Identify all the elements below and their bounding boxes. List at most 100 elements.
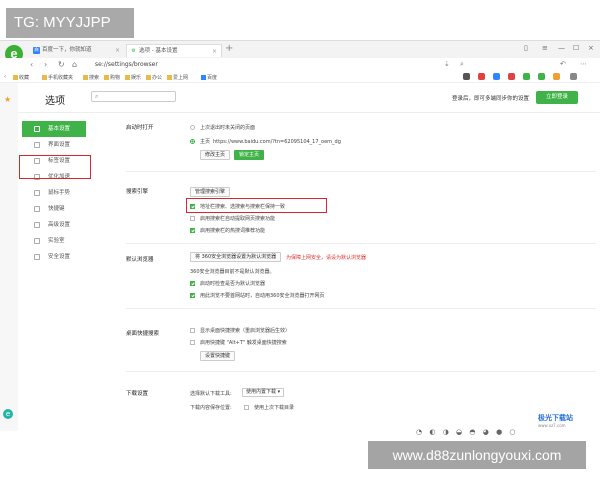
close-window-icon[interactable]: ×	[588, 44, 594, 52]
interface-icon	[34, 142, 40, 148]
skin-icon[interactable]: ▯	[524, 44, 528, 52]
manage-search-engine-button[interactable]: 管理搜索引擎	[190, 187, 231, 197]
bookmark-item[interactable]: 爱上网	[167, 74, 188, 81]
sidebar-item-basic[interactable]: 基本设置	[22, 121, 86, 137]
login-button[interactable]: 立即登录	[536, 91, 578, 104]
status-icon[interactable]: ◓	[469, 428, 475, 436]
address-bar: ‹ › ↻ ⌂ se://settings/browser ⇣ ⌕ ↶ ⋯	[0, 58, 600, 72]
page-title: 选项	[45, 96, 65, 107]
sidebar-item-advanced[interactable]: 高级设置	[18, 217, 94, 233]
open-links-option[interactable]: 用此浏览不要首网站时，自动用360安全浏览器打开网页	[190, 292, 325, 299]
bookmarks-toggle-icon[interactable]: ‹	[4, 74, 6, 80]
refresh-icon[interactable]: ↻	[58, 60, 65, 69]
favorites-star-icon[interactable]: ★	[4, 95, 11, 104]
bookmark-item[interactable]: 手机收藏夹	[42, 74, 73, 81]
footer-url-banner: www.d88zunlongyouxi.com	[368, 441, 586, 469]
maximize-icon[interactable]: ☐	[573, 44, 579, 52]
download-path-option[interactable]: 使用上次下载目录	[244, 404, 294, 411]
extension-icon[interactable]	[538, 73, 545, 80]
home-icon[interactable]: ⌂	[72, 60, 77, 69]
search-hot-words-option[interactable]: 启用搜索栏的热搜词推荐功能	[190, 227, 265, 234]
search-icon: ⌕	[95, 93, 99, 100]
bookmark-item[interactable]: 办公	[146, 74, 162, 81]
more-icon[interactable]: ⋯	[580, 60, 587, 68]
close-tab-icon[interactable]: ×	[115, 44, 120, 57]
extension-icon[interactable]	[570, 73, 577, 80]
lock-home-button[interactable]: 锁定主页	[234, 150, 265, 160]
overlay-badge: TG: MYYJJPP	[6, 8, 134, 38]
set-hotkey-button[interactable]: 设置快捷键	[200, 351, 236, 361]
extension-icon[interactable]	[523, 73, 530, 80]
sidebar-item-gestures[interactable]: 鼠标手势	[18, 185, 94, 201]
undo-icon[interactable]: ↶	[560, 60, 566, 68]
section-divider	[126, 243, 596, 244]
status-icon[interactable]: ◕	[483, 428, 489, 436]
tab-settings[interactable]: ⚙ 选项 - 基本设置 ×	[126, 44, 222, 57]
sidebar-item-lab[interactable]: 实验室	[18, 233, 94, 249]
flask-icon	[34, 238, 40, 244]
basic-settings-icon	[34, 126, 40, 132]
minimize-icon[interactable]: —	[558, 44, 565, 52]
assistant-icon[interactable]: e	[3, 409, 13, 419]
sidebar-item-shortcuts[interactable]: 快捷键	[18, 201, 94, 217]
section-divider	[126, 308, 596, 309]
bookmark-item[interactable]: 百度	[201, 74, 217, 81]
baidu-favicon-icon: 百	[33, 47, 40, 54]
startup-home-option[interactable]: 主页 https://www.baidu.com/?tn=62095104_17_…	[190, 138, 341, 145]
settings-search-input[interactable]: ⌕	[91, 91, 176, 102]
status-icon[interactable]: ◒	[456, 428, 462, 436]
search-auto-extract-option[interactable]: 启用搜索栏自动提取网页搜索功能	[190, 215, 275, 222]
highlight-box	[186, 198, 327, 213]
status-icon[interactable]: ◐	[429, 428, 435, 436]
check-default-option[interactable]: 启动时检查是否为默认浏览器	[190, 280, 265, 287]
search-icon[interactable]: ⌕	[460, 60, 464, 69]
bookmark-item[interactable]: 娱乐	[125, 74, 141, 81]
extension-icon[interactable]	[478, 73, 485, 80]
status-icon[interactable]: ◑	[443, 428, 449, 436]
modify-home-button[interactable]: 修改主页	[200, 150, 231, 160]
back-icon[interactable]: ‹	[30, 60, 33, 69]
startup-restore-option[interactable]: 上次退出时未关闭的页面	[190, 124, 255, 131]
default-browser-label: 默认浏览器	[126, 257, 154, 263]
section-divider	[126, 171, 596, 172]
settings-page: ★ e 选项 ⌕ 登录后，即可多端同步你的设置 立即登录 基本设置 界面设置 标…	[0, 83, 600, 431]
browser-window: e 百 百度一下，你就知道 × ⚙ 选项 - 基本设置 × + ▯ ≡ — ☐ …	[0, 40, 600, 436]
status-icon[interactable]: ○	[509, 428, 515, 436]
side-strip: ★ e	[0, 83, 18, 431]
login-tip: 登录后，即可多端同步你的设置	[452, 96, 530, 102]
download-tool-select[interactable]: 使用内置下载 ▾	[242, 388, 285, 397]
extension-icon[interactable]	[463, 73, 470, 80]
bookmark-item[interactable]: 购物	[104, 74, 120, 81]
bookmark-item[interactable]: 搜索	[83, 74, 99, 81]
new-tab-icon[interactable]: +	[225, 43, 233, 54]
default-browser-status: 360安全浏览器目前不是默认浏览器。	[190, 269, 275, 275]
menu-icon[interactable]: ≡	[542, 44, 548, 52]
url-input[interactable]: se://settings/browser	[95, 61, 158, 68]
tab-baidu[interactable]: 百 百度一下，你就知道 ×	[30, 44, 124, 57]
bookmarks-bar: ‹ 收藏 手机收藏夹 搜索 购物 娱乐 办公 爱上网 百度	[0, 72, 600, 83]
extension-icon[interactable]	[493, 73, 500, 80]
keyboard-icon	[34, 206, 40, 212]
status-icon[interactable]: ●	[496, 428, 502, 436]
extension-icon[interactable]	[508, 73, 515, 80]
sidebar-item-security[interactable]: 安全设置	[18, 249, 94, 265]
extension-icon[interactable]	[553, 73, 560, 80]
desktop-search-label: 桌面快捷搜索	[126, 331, 160, 337]
default-browser-warning: 为保障上网安全，请设为默认浏览器	[286, 255, 367, 261]
tab-label: 百度一下，你就知道	[42, 47, 92, 53]
set-default-browser-button[interactable]: 将 360安全浏览器设置为默认浏览器	[190, 252, 282, 262]
advanced-icon	[34, 222, 40, 228]
settings-sidebar: 基本设置 界面设置 标签设置 优化加速 鼠标手势 快捷键 高级设置 实验室 安全…	[18, 113, 94, 265]
download-path-label: 下载内容保存位置:	[190, 405, 232, 411]
title-bar: e 百 百度一下，你就知道 × ⚙ 选项 - 基本设置 × + ▯ ≡ — ☐ …	[0, 41, 600, 63]
home-url: https://www.baidu.com/?tn=62095104_17_oe…	[213, 139, 341, 145]
bookmark-item[interactable]: 收藏	[13, 74, 29, 81]
forward-icon[interactable]: ›	[44, 60, 47, 69]
download-label: 下载设置	[126, 391, 149, 397]
show-desktop-search-option[interactable]: 显示桌面快捷搜索（重启浏览器后生效）	[190, 327, 290, 334]
download-icon[interactable]: ⇣	[444, 60, 450, 68]
desktop-search-hotkey-option[interactable]: 启用快捷键 "Alt+T" 触发桌面快捷搜索	[190, 339, 287, 346]
sidebar-item-interface[interactable]: 界面设置	[18, 137, 94, 153]
close-tab-icon[interactable]: ×	[212, 45, 217, 58]
status-icon[interactable]: ◔	[416, 428, 422, 436]
